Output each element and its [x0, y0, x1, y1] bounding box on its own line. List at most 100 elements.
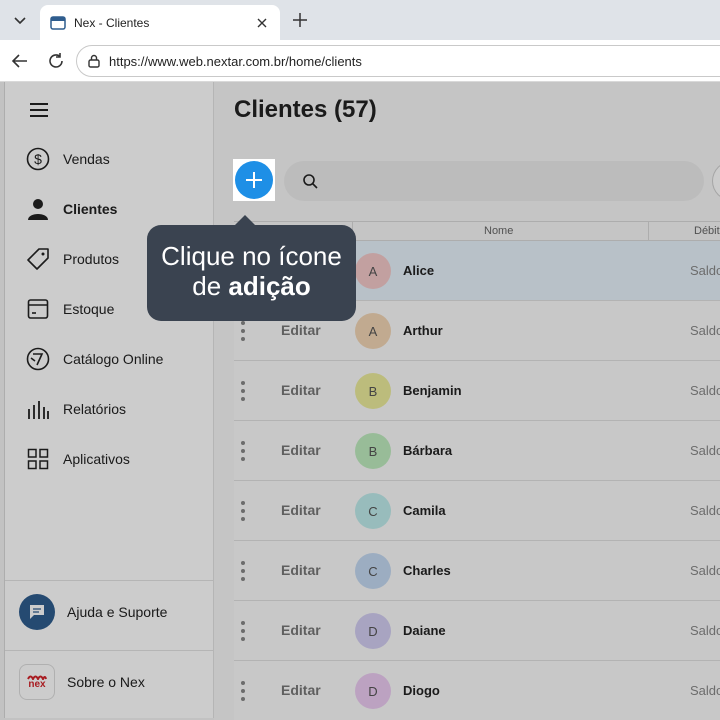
client-name: Daiane [403, 623, 446, 638]
sidebar-item-produtos[interactable]: Produtos [25, 244, 119, 274]
client-balance: Saldo [690, 563, 720, 578]
main-content: Clientes (57) Nome Débit Editar A Alice Sal… [214, 82, 720, 720]
search-input[interactable] [284, 161, 704, 201]
client-balance: Saldo [690, 443, 720, 458]
box-icon [25, 296, 51, 322]
sidebar-item-estoque[interactable]: Estoque [25, 294, 114, 324]
table-row[interactable]: Editar C Charles Saldo [234, 541, 720, 601]
url-text: https://www.web.nextar.com.br/home/clien… [109, 53, 362, 69]
sidebar-item-relatorios[interactable]: Relatórios [25, 394, 126, 424]
client-name: Benjamin [403, 383, 462, 398]
lock-icon [88, 54, 100, 68]
browser-nav-bar: https://www.web.nextar.com.br/home/clien… [0, 40, 720, 82]
about-nex-label: Sobre o Nex [67, 674, 145, 690]
column-header-debito[interactable]: Débit [694, 225, 720, 237]
client-balance: Saldo [690, 383, 720, 398]
new-tab-button[interactable] [288, 8, 312, 32]
help-support-label: Ajuda e Suporte [67, 604, 168, 620]
edit-button[interactable]: Editar [281, 562, 321, 578]
avatar: B [355, 373, 391, 409]
browser-tab[interactable]: Nex - Clientes [40, 5, 280, 40]
more-options-icon[interactable] [240, 381, 246, 401]
tab-close-icon[interactable] [254, 15, 270, 31]
tooltip-line-2-prefix: de [192, 271, 229, 301]
more-options-icon[interactable] [240, 621, 246, 641]
avatar: A [355, 253, 391, 289]
client-name: Arthur [403, 323, 443, 338]
tab-search-button[interactable] [6, 6, 34, 34]
menu-toggle-button[interactable] [27, 100, 51, 120]
about-nex-item[interactable]: nex Sobre o Nex [19, 664, 145, 700]
sidebar: $ Vendas Clientes Produtos Estoque Catál… [4, 82, 215, 718]
edit-button[interactable]: Editar [281, 322, 321, 338]
more-options-icon[interactable] [240, 681, 246, 701]
sidebar-item-label: Relatórios [63, 401, 127, 417]
sidebar-item-aplicativos[interactable]: Aplicativos [25, 444, 130, 474]
sidebar-item-label: Vendas [63, 151, 110, 167]
avatar: D [355, 613, 391, 649]
client-name: Charles [403, 563, 451, 578]
sidebar-item-label: Aplicativos [63, 451, 130, 467]
divider [5, 650, 215, 651]
client-name: Bárbara [403, 443, 453, 458]
divider [5, 580, 215, 581]
more-options-icon[interactable] [240, 561, 246, 581]
sidebar-item-clientes[interactable]: Clientes [25, 194, 117, 224]
more-options-icon[interactable] [240, 321, 246, 341]
onboarding-tooltip: Clique no ícone de adição [147, 215, 356, 321]
tooltip-line-2-bold: adição [228, 271, 311, 301]
column-header-nome[interactable]: Nome [484, 225, 513, 237]
client-balance: Saldo [690, 323, 720, 338]
column-divider [648, 222, 649, 241]
help-support-item[interactable]: Ajuda e Suporte [19, 594, 167, 630]
app: $ Vendas Clientes Produtos Estoque Catál… [0, 82, 720, 720]
table-row[interactable]: Editar B Benjamin Saldo [234, 361, 720, 421]
sidebar-item-catalogo-online[interactable]: Catálogo Online [25, 344, 163, 374]
table-row[interactable]: Editar C Camila Saldo [234, 481, 720, 541]
edit-button[interactable]: Editar [281, 382, 321, 398]
client-balance: Saldo [690, 683, 720, 698]
tab-title: Nex - Clientes [74, 15, 150, 30]
grid-icon [25, 446, 51, 472]
reload-button[interactable] [44, 49, 68, 73]
chevron-down-icon [14, 17, 26, 25]
person-icon [25, 196, 51, 222]
avatar: D [355, 673, 391, 709]
client-balance: Saldo [690, 263, 720, 278]
tooltip-line-1: Clique no ícone [161, 241, 342, 271]
nex-logo-text: nex [28, 679, 46, 690]
back-button[interactable] [8, 49, 32, 73]
plus-icon [246, 172, 262, 188]
sidebar-item-label: Estoque [63, 301, 115, 317]
chat-bubble-icon [19, 594, 55, 630]
avatar: B [355, 433, 391, 469]
svg-text:$: $ [34, 151, 42, 167]
client-name: Alice [403, 263, 435, 278]
add-client-button-highlight[interactable] [235, 161, 273, 199]
edit-button[interactable]: Editar [281, 622, 321, 638]
browser-tab-bar: Nex - Clientes [0, 0, 720, 40]
edit-button[interactable]: Editar [281, 682, 321, 698]
nex-logo: nex [19, 664, 55, 700]
table-row[interactable]: Editar B Bárbara Saldo [234, 421, 720, 481]
table-row[interactable]: Editar D Diogo Saldo [234, 661, 720, 720]
filter-button[interactable] [712, 161, 720, 201]
tag-icon [25, 246, 51, 272]
spotlight-add-button[interactable] [233, 159, 275, 201]
client-name: Diogo [403, 683, 440, 698]
dollar-circle-icon: $ [25, 146, 51, 172]
more-options-icon[interactable] [240, 441, 246, 461]
client-balance: Saldo [690, 503, 720, 518]
edit-button[interactable]: Editar [281, 502, 321, 518]
edit-button[interactable]: Editar [281, 442, 321, 458]
client-balance: Saldo [690, 623, 720, 638]
arrow-left-icon [11, 54, 27, 68]
table-row[interactable]: Editar D Daiane Saldo [234, 601, 720, 661]
sidebar-item-vendas[interactable]: $ Vendas [25, 144, 110, 174]
more-options-icon[interactable] [240, 501, 246, 521]
bar-chart-icon [25, 396, 51, 422]
avatar: A [355, 313, 391, 349]
sidebar-item-label: Clientes [63, 201, 118, 217]
plus-icon [293, 13, 307, 27]
address-bar[interactable]: https://www.web.nextar.com.br/home/clien… [76, 45, 720, 77]
